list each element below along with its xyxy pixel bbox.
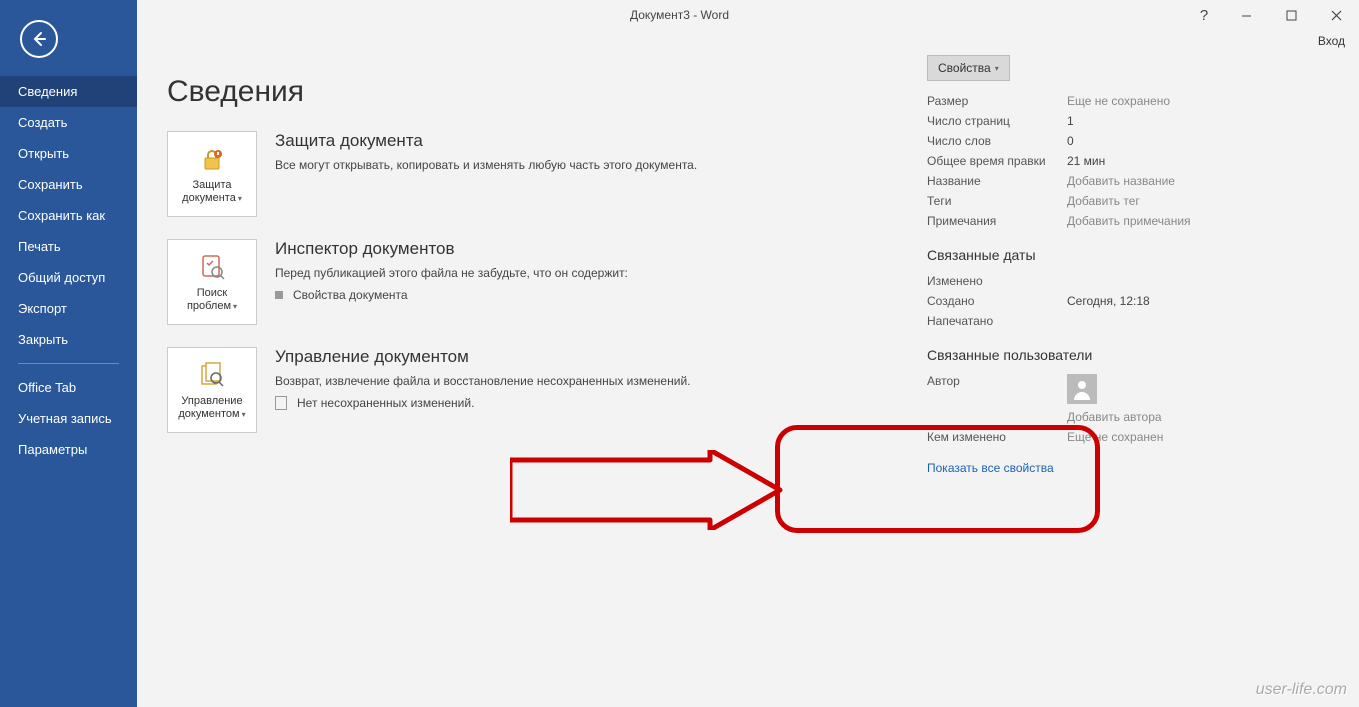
protect-card-label: Защита документа — [172, 179, 252, 204]
prop-modified: Изменено — [927, 271, 1247, 291]
manage-card-label: Управление документом — [172, 395, 252, 420]
protect-document-button[interactable]: Защита документа — [167, 131, 257, 217]
nav-separator — [18, 363, 119, 364]
nav-account[interactable]: Учетная запись — [0, 403, 137, 434]
inspect-bullet-text: Свойства документа — [293, 288, 408, 302]
nav-close[interactable]: Закрыть — [0, 324, 137, 355]
check-issues-button[interactable]: Поиск проблем — [167, 239, 257, 325]
prop-words: Число слов0 — [927, 131, 1247, 151]
prop-size: РазмерЕще не сохранено — [927, 91, 1247, 111]
prop-comments[interactable]: ПримечанияДобавить примечания — [927, 211, 1247, 231]
title-bar: Документ3 - Word ? — [0, 0, 1359, 30]
related-people-heading: Связанные пользователи — [927, 347, 1247, 363]
checklist-icon — [196, 251, 228, 283]
prop-edit-time: Общее время правки21 мин — [927, 151, 1247, 171]
inspect-text: Перед публикацией этого файла не забудьт… — [275, 265, 755, 282]
nav-new[interactable]: Создать — [0, 107, 137, 138]
prop-created: СозданоСегодня, 12:18 — [927, 291, 1247, 311]
manage-bullet-text: Нет несохраненных изменений. — [297, 396, 474, 410]
prop-last-modified-by: Кем измененоЕще не сохранен — [927, 427, 1247, 447]
related-dates-heading: Связанные даты — [927, 247, 1247, 263]
prop-pages: Число страниц1 — [927, 111, 1247, 131]
nav-info[interactable]: Сведения — [0, 76, 137, 107]
nav-options[interactable]: Параметры — [0, 434, 137, 465]
prop-title[interactable]: НазваниеДобавить название — [927, 171, 1247, 191]
arrow-left-icon — [29, 29, 49, 49]
window-controls: ? — [1184, 1, 1359, 29]
backstage-sidebar: Сведения Создать Открыть Сохранить Сохра… — [0, 0, 137, 707]
inspect-card-label: Поиск проблем — [172, 287, 252, 312]
avatar — [1067, 374, 1097, 404]
manage-title: Управление документом — [275, 347, 755, 367]
maximize-icon[interactable] — [1269, 1, 1314, 29]
inspect-bullet: Свойства документа — [275, 288, 755, 302]
documents-icon — [196, 359, 228, 391]
bullet-square-icon — [275, 291, 283, 299]
minimize-icon[interactable] — [1224, 1, 1269, 29]
close-icon[interactable] — [1314, 1, 1359, 29]
person-icon — [1071, 378, 1093, 400]
nav-open[interactable]: Открыть — [0, 138, 137, 169]
document-icon — [275, 396, 287, 410]
login-link[interactable]: Вход — [1318, 34, 1345, 48]
window-title: Документ3 - Word — [630, 8, 729, 22]
add-author[interactable]: Добавить автора — [927, 407, 1247, 427]
nav-print[interactable]: Печать — [0, 231, 137, 262]
nav-share[interactable]: Общий доступ — [0, 262, 137, 293]
show-all-properties-link[interactable]: Показать все свойства — [927, 461, 1247, 475]
nav-office-tab[interactable]: Office Tab — [0, 372, 137, 403]
back-button[interactable] — [20, 20, 58, 58]
manage-bullet: Нет несохраненных изменений. — [275, 396, 755, 410]
prop-author: Автор — [927, 371, 1247, 407]
prop-printed: Напечатано — [927, 311, 1247, 331]
manage-text: Возврат, извлечение файла и восстановлен… — [275, 373, 755, 390]
inspect-title: Инспектор документов — [275, 239, 755, 259]
help-icon[interactable]: ? — [1184, 1, 1224, 29]
protect-text: Все могут открывать, копировать и изменя… — [275, 157, 755, 174]
nav-save-as[interactable]: Сохранить как — [0, 200, 137, 231]
properties-panel: Свойства РазмерЕще не сохранено Число ст… — [927, 55, 1247, 475]
manage-document-button[interactable]: Управление документом — [167, 347, 257, 433]
nav-export[interactable]: Экспорт — [0, 293, 137, 324]
properties-dropdown[interactable]: Свойства — [927, 55, 1010, 81]
main-content: Сведения Защита документа Защита докумен… — [137, 55, 1359, 707]
lock-icon — [196, 143, 228, 175]
nav-save[interactable]: Сохранить — [0, 169, 137, 200]
prop-tags[interactable]: ТегиДобавить тег — [927, 191, 1247, 211]
protect-title: Защита документа — [275, 131, 755, 151]
watermark: user-life.com — [1256, 681, 1347, 699]
